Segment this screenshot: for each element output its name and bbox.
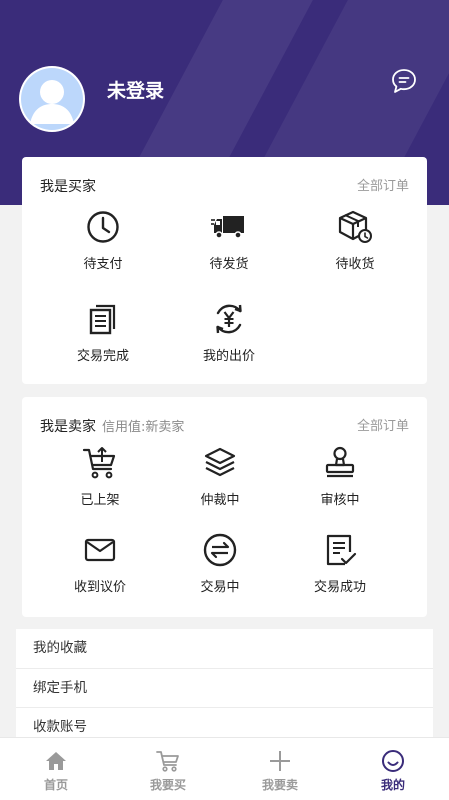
seller-trade-success[interactable]: 交易成功: [285, 532, 395, 595]
smiley-icon: [382, 750, 404, 772]
tab-label: 我的: [380, 778, 405, 792]
buyer-pending-receipt[interactable]: 待收货: [300, 209, 410, 272]
seller-listed[interactable]: 已上架: [45, 445, 155, 508]
grid-item-label: 交易中: [200, 580, 240, 595]
yuan-cycle-icon: [216, 304, 242, 334]
seller-under-review[interactable]: 审核中: [285, 445, 395, 508]
tab-sell[interactable]: 我要卖: [224, 738, 336, 800]
user-avatar-icon: [21, 68, 83, 130]
truck-icon: [211, 216, 244, 239]
seller-all-orders-link[interactable]: 全部订单: [357, 415, 409, 434]
list-item-favorites[interactable]: 我的收藏: [16, 629, 433, 669]
tab-label: 首页: [43, 778, 68, 792]
stamp-icon: [325, 446, 355, 478]
grid-item-label: 审核中: [320, 493, 360, 508]
documents-icon: [89, 304, 116, 335]
grid-item-label: 我的出价: [202, 349, 255, 364]
grid-item-label: 已上架: [80, 493, 120, 508]
grid-item-label: 仲裁中: [200, 493, 240, 508]
buyer-section-title: 我是买家: [40, 179, 96, 195]
buyer-all-orders-link[interactable]: 全部订单: [357, 175, 409, 194]
clock-icon: [87, 211, 119, 243]
seller-credit: 信用值:新卖家: [102, 420, 185, 435]
cart-upload-icon: [82, 447, 116, 479]
buyer-card: 我是买家 全部订单 待支付 待发货 待收货 交易完成 我的出价: [22, 157, 427, 384]
home-icon: [46, 752, 66, 770]
grid-item-label: 待支付: [83, 257, 123, 272]
cart-icon: [156, 751, 179, 772]
avatar[interactable]: [19, 66, 85, 132]
buyer-my-bids[interactable]: 我的出价: [174, 301, 284, 364]
seller-title-label: 我是卖家: [40, 419, 96, 435]
layers-icon: [204, 447, 236, 477]
bottom-tab-bar: 首页 我要买 我要卖 我的: [0, 737, 449, 800]
buyer-completed[interactable]: 交易完成: [48, 301, 158, 364]
list-item-bind-phone[interactable]: 绑定手机: [16, 669, 433, 708]
grid-item-label: 交易成功: [313, 580, 366, 595]
plus-icon: [270, 751, 290, 771]
grid-item-label: 交易完成: [76, 349, 129, 364]
login-status[interactable]: 未登录: [107, 76, 164, 103]
tab-mine[interactable]: 我的: [337, 738, 449, 800]
package-icon: [338, 210, 372, 243]
tab-home[interactable]: 首页: [0, 738, 112, 800]
settings-list: 我的收藏 绑定手机 收款账号: [16, 629, 433, 748]
buyer-pending-payment[interactable]: 待支付: [48, 209, 158, 272]
seller-section-title: 我是卖家 信用值:新卖家: [40, 416, 184, 436]
grid-item-label: 收到议价: [73, 580, 126, 595]
envelope-icon: [84, 538, 116, 562]
seller-offers-received[interactable]: 收到议价: [45, 532, 155, 595]
tab-buy[interactable]: 我要买: [112, 738, 224, 800]
grid-item-label: 待收货: [335, 257, 375, 272]
seller-in-trade[interactable]: 交易中: [165, 532, 275, 595]
exchange-icon: [203, 533, 237, 567]
seller-arbitration[interactable]: 仲裁中: [165, 445, 275, 508]
tab-label: 我要买: [149, 778, 186, 792]
document-check-icon: [326, 534, 357, 566]
seller-card: 我是卖家 信用值:新卖家 全部订单 已上架 仲裁中 审核中 收到议价 交易中 交…: [22, 397, 427, 617]
message-icon[interactable]: [390, 67, 418, 95]
buyer-pending-shipment[interactable]: 待发货: [174, 209, 284, 272]
tab-label: 我要卖: [261, 778, 298, 792]
grid-item-label: 待发货: [209, 257, 249, 272]
